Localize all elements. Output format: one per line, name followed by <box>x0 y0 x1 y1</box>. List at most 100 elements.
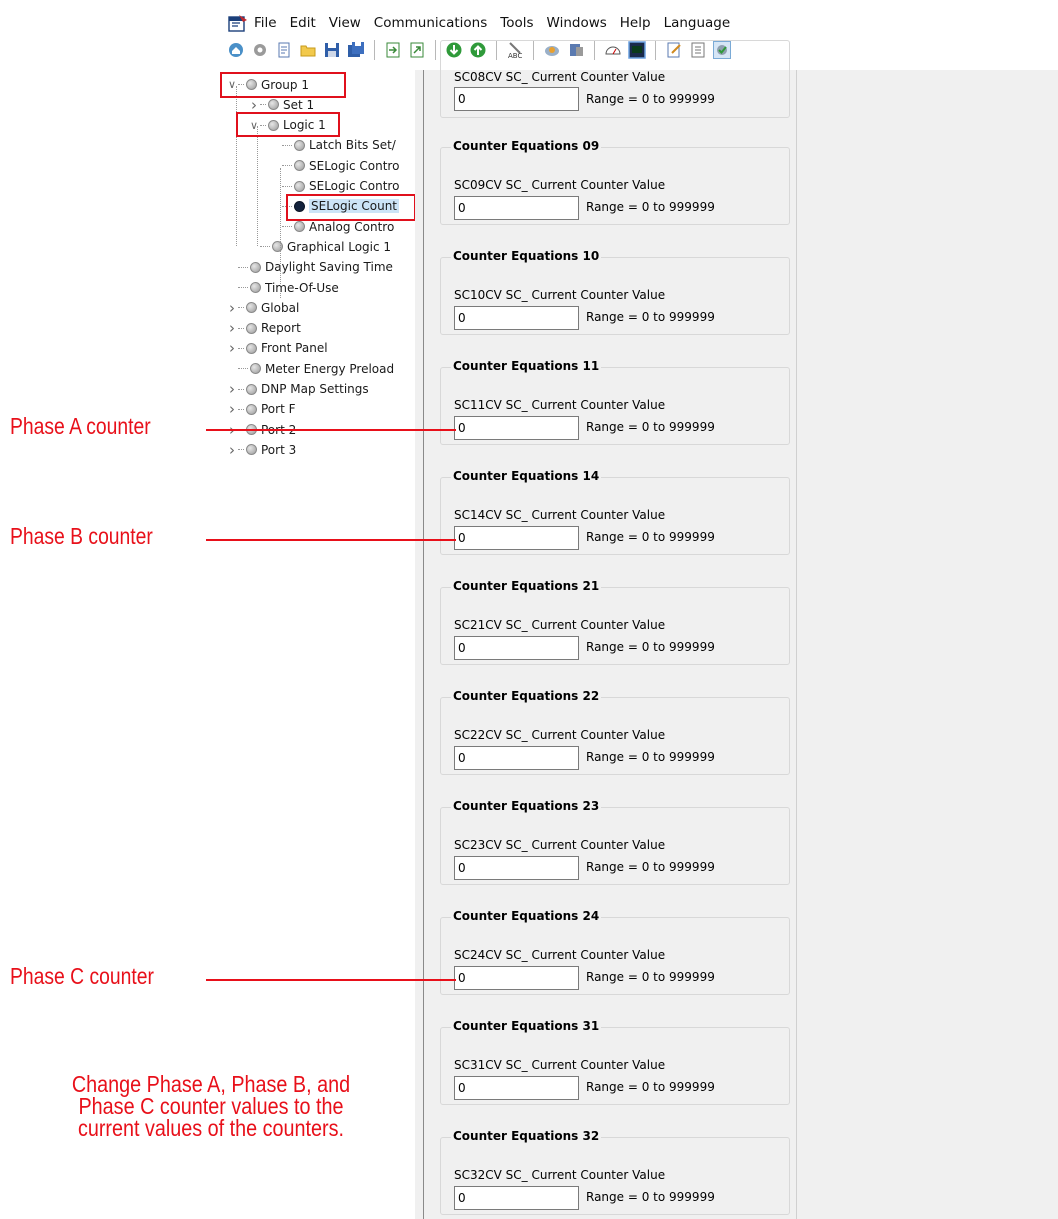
menu-view[interactable]: View <box>329 15 361 31</box>
tree-node-front-panel[interactable]: › Front Panel <box>226 339 328 358</box>
tree-guide-line <box>257 126 258 246</box>
tree-node-latch-bits-set[interactable]: Latch Bits Set/ <box>270 136 396 155</box>
tree-connector <box>238 327 244 329</box>
sc10cv-label: SC10CV SC_ Current Counter Value <box>454 288 666 302</box>
sc23cv-input[interactable] <box>454 856 579 880</box>
tree-node-selogic-contro[interactable]: SELogic Contro <box>270 177 399 196</box>
chevron-right-icon[interactable]: › <box>226 299 238 317</box>
sc22cv-range: Range = 0 to 999999 <box>586 750 715 764</box>
settings-icon[interactable] <box>251 41 269 59</box>
tree-node-time-of-use[interactable]: Time-Of-Use <box>226 278 339 297</box>
menu-windows[interactable]: Windows <box>547 15 607 31</box>
menu-communications[interactable]: Communications <box>374 15 487 31</box>
sc10cv-range: Range = 0 to 999999 <box>586 310 715 324</box>
group-1-highlight-box <box>220 72 346 98</box>
counter-group-title: Counter Equations 22 <box>451 689 602 703</box>
chevron-right-icon[interactable]: › <box>226 380 238 398</box>
sc14cv-label: SC14CV SC_ Current Counter Value <box>454 508 666 522</box>
sc11cv-input[interactable] <box>454 416 579 440</box>
instruction-note-line: Change Phase A, Phase B, and <box>71 1071 351 1097</box>
sc09cv-range: Range = 0 to 999999 <box>586 200 715 214</box>
menu-file[interactable]: File <box>254 15 277 31</box>
tree-node-daylight-saving-time[interactable]: Daylight Saving Time <box>226 258 393 277</box>
tree-connector <box>238 347 244 349</box>
node-bullet-icon <box>246 403 257 415</box>
tree-node-label: Graphical Logic 1 <box>287 239 392 254</box>
open-folder-icon[interactable] <box>299 41 317 59</box>
tree-node-label: Global <box>261 300 300 315</box>
tree-node-meter-energy-preload[interactable]: Meter Energy Preload <box>226 359 394 378</box>
tree-node-label: Port 3 <box>261 442 297 457</box>
tree-connector <box>282 165 292 167</box>
sc21cv-label: SC21CV SC_ Current Counter Value <box>454 618 666 632</box>
tree-connector <box>238 266 248 268</box>
phase-a-pointer-line <box>206 429 456 431</box>
sc21cv-input[interactable] <box>454 636 579 660</box>
tree-connector <box>282 185 292 187</box>
document-icon[interactable] <box>275 41 293 59</box>
home-icon[interactable] <box>227 41 245 59</box>
instruction-note: Change Phase A, Phase B, and Phase C cou… <box>35 1071 388 1140</box>
tree-connector <box>238 408 244 410</box>
tree-node-label: Port F <box>261 402 296 417</box>
tree-node-label: Analog Contro <box>309 219 395 234</box>
app-logo-icon <box>228 14 248 32</box>
chevron-right-icon[interactable]: › <box>226 400 238 418</box>
instruction-note-line: Phase C counter values to the <box>78 1093 344 1119</box>
export-icon[interactable] <box>408 41 426 59</box>
tree-connector <box>238 287 248 288</box>
chevron-right-icon[interactable]: › <box>226 319 238 337</box>
panel-splitter[interactable] <box>415 70 424 1219</box>
tree-connector <box>282 226 292 228</box>
sc31cv-range: Range = 0 to 999999 <box>586 1080 715 1094</box>
tree-node-label: Set 1 <box>283 97 315 112</box>
sc10cv-input[interactable] <box>454 306 579 330</box>
menu-tools[interactable]: Tools <box>500 15 533 31</box>
chevron-right-icon[interactable]: › <box>226 339 238 357</box>
tree-node-label: Report <box>261 321 301 336</box>
tree-connector <box>282 144 292 146</box>
node-bullet-icon <box>246 302 257 314</box>
sc32cv-range: Range = 0 to 999999 <box>586 1190 715 1204</box>
tree-node-global[interactable]: › Global <box>226 298 299 317</box>
sc31cv-input[interactable] <box>454 1076 579 1100</box>
sc14cv-input[interactable] <box>454 526 579 550</box>
tree-node-selogic-contro[interactable]: SELogic Contro <box>270 156 399 175</box>
save-icon[interactable] <box>323 41 341 59</box>
menu-edit[interactable]: Edit <box>290 15 316 31</box>
node-bullet-icon <box>294 180 305 192</box>
sc11cv-label: SC11CV SC_ Current Counter Value <box>454 398 666 412</box>
node-bullet-icon <box>246 383 257 395</box>
sc14cv-range: Range = 0 to 999999 <box>586 530 715 544</box>
import-icon[interactable] <box>384 41 402 59</box>
tree-connector <box>238 307 244 309</box>
tree-node-label: Front Panel <box>261 341 328 356</box>
tree-node-port-f[interactable]: › Port F <box>226 400 296 419</box>
tree-node-port-3[interactable]: › Port 3 <box>226 440 296 459</box>
node-bullet-icon <box>268 99 279 111</box>
counter-group-title: Counter Equations 24 <box>451 909 602 923</box>
tree-connector <box>238 368 248 370</box>
node-bullet-icon <box>246 322 257 334</box>
menu-help[interactable]: Help <box>620 15 651 31</box>
sc09cv-input[interactable] <box>454 196 579 220</box>
tree-node-label: Time-Of-Use <box>265 280 339 295</box>
node-bullet-icon <box>250 282 261 293</box>
menu-language[interactable]: Language <box>664 15 731 31</box>
chevron-right-icon[interactable]: › <box>226 441 238 459</box>
tree-node-label: Meter Energy Preload <box>265 361 395 376</box>
save-all-icon[interactable] <box>347 41 365 59</box>
tree-node-label: DNP Map Settings <box>261 382 369 396</box>
tree-node-report[interactable]: › Report <box>226 319 301 338</box>
sc22cv-input[interactable] <box>454 746 579 770</box>
tree-node-dnp-map-settings[interactable]: › DNP Map Settings <box>226 380 369 399</box>
sc11cv-range: Range = 0 to 999999 <box>586 420 715 434</box>
sc23cv-label: SC23CV SC_ Current Counter Value <box>454 838 666 852</box>
phase-b-pointer-line <box>206 539 456 541</box>
tree-node-label: SELogic Contro <box>309 158 400 173</box>
tree-node-graphical-logic-1[interactable]: Graphical Logic 1 <box>248 237 391 256</box>
sc24cv-input[interactable] <box>454 966 579 990</box>
toolbar-separator <box>435 40 436 60</box>
sc32cv-input[interactable] <box>454 1186 579 1210</box>
sc09cv-label: SC09CV SC_ Current Counter Value <box>454 178 666 192</box>
